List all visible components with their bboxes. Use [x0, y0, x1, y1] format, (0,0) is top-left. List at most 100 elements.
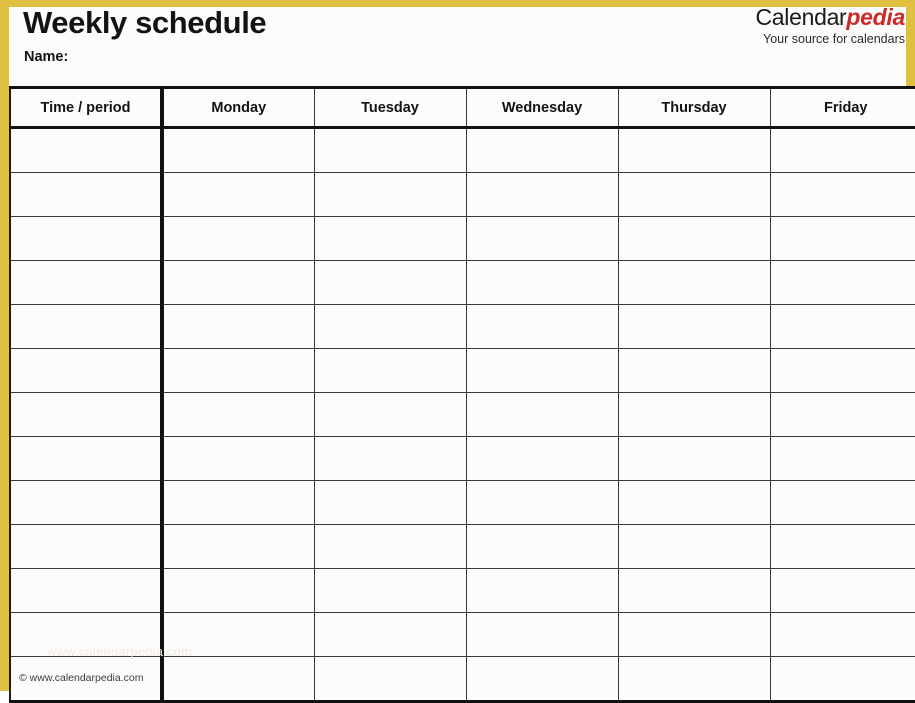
table-row [9, 392, 915, 437]
schedule-header-row: Time / period Monday Tuesday Wednesday T… [9, 86, 915, 129]
time-period-cell[interactable] [9, 304, 164, 349]
time-period-cell[interactable] [9, 127, 164, 173]
schedule-cell[interactable] [769, 392, 915, 437]
time-period-cell[interactable] [9, 392, 164, 437]
table-row [9, 127, 915, 173]
schedule-cell[interactable] [465, 392, 619, 437]
schedule-cell[interactable] [313, 392, 467, 437]
calendar-page: Weekly schedule Name: Calendarpedia Your… [0, 0, 915, 703]
table-row [9, 172, 915, 217]
schedule-cell[interactable] [465, 304, 619, 349]
column-header-wednesday: Wednesday [465, 86, 619, 129]
schedule-cell[interactable] [769, 524, 915, 569]
schedule-cell[interactable] [313, 348, 467, 393]
time-period-cell[interactable] [9, 260, 164, 305]
schedule-cell[interactable] [617, 216, 771, 261]
schedule-cell[interactable] [161, 127, 315, 173]
schedule-cell[interactable] [617, 612, 771, 657]
schedule-cell[interactable] [465, 656, 619, 703]
schedule-cell[interactable] [617, 348, 771, 393]
schedule-cell[interactable] [617, 524, 771, 569]
schedule-cell[interactable] [161, 172, 315, 217]
schedule-cell[interactable] [313, 568, 467, 613]
schedule-cell[interactable] [313, 304, 467, 349]
schedule-cell[interactable] [617, 568, 771, 613]
schedule-cell[interactable] [161, 612, 315, 657]
schedule-cell[interactable] [161, 348, 315, 393]
schedule-cell[interactable] [465, 524, 619, 569]
table-row [9, 524, 915, 569]
footer-copyright: © www.calendarpedia.com [19, 672, 144, 684]
schedule-cell[interactable] [769, 348, 915, 393]
schedule-cell[interactable] [617, 392, 771, 437]
schedule-cell[interactable] [161, 392, 315, 437]
time-period-cell[interactable] [9, 172, 164, 217]
schedule-cell[interactable] [465, 436, 619, 481]
table-row [9, 480, 915, 525]
schedule-cell[interactable] [465, 568, 619, 613]
schedule-cell[interactable] [465, 127, 619, 173]
schedule-cell[interactable] [769, 304, 915, 349]
time-period-cell[interactable] [9, 568, 164, 613]
schedule-cell[interactable] [617, 127, 771, 173]
time-period-cell[interactable] [9, 216, 164, 261]
schedule-cell[interactable] [769, 612, 915, 657]
column-header-friday: Friday [769, 86, 915, 129]
schedule-cell[interactable] [161, 436, 315, 481]
schedule-cell[interactable] [769, 568, 915, 613]
schedule-cell[interactable] [617, 436, 771, 481]
schedule-cell[interactable] [313, 436, 467, 481]
schedule-cell[interactable] [465, 480, 619, 525]
schedule-cell[interactable] [769, 172, 915, 217]
table-row [9, 612, 915, 657]
schedule-cell[interactable] [769, 436, 915, 481]
time-period-cell[interactable] [9, 524, 164, 569]
table-row [9, 656, 915, 703]
weekly-schedule-table: Time / period Monday Tuesday Wednesday T… [9, 86, 915, 703]
schedule-cell[interactable] [161, 480, 315, 525]
table-row [9, 568, 915, 613]
schedule-cell[interactable] [313, 127, 467, 173]
schedule-cell[interactable] [313, 216, 467, 261]
schedule-cell[interactable] [313, 524, 467, 569]
schedule-cell[interactable] [769, 127, 915, 173]
page-title: Weekly schedule [23, 5, 267, 40]
schedule-cell[interactable] [161, 656, 315, 703]
schedule-cell[interactable] [769, 216, 915, 261]
schedule-cell[interactable] [465, 216, 619, 261]
schedule-cell[interactable] [617, 260, 771, 305]
page-header: Weekly schedule Name: Calendarpedia Your… [9, 4, 906, 86]
schedule-cell[interactable] [313, 480, 467, 525]
schedule-cell[interactable] [617, 304, 771, 349]
schedule-cell[interactable] [769, 480, 915, 525]
brand-word-calendar: Calendar [755, 4, 847, 30]
schedule-cell[interactable] [313, 656, 467, 703]
schedule-cell[interactable] [313, 172, 467, 217]
schedule-cell[interactable] [313, 260, 467, 305]
schedule-cell[interactable] [769, 656, 915, 703]
schedule-cell[interactable] [161, 524, 315, 569]
schedule-cell[interactable] [465, 348, 619, 393]
time-period-cell[interactable] [9, 480, 164, 525]
schedule-cell[interactable] [617, 480, 771, 525]
time-period-cell[interactable] [9, 436, 164, 481]
time-period-cell[interactable] [9, 612, 164, 657]
schedule-cell[interactable] [769, 260, 915, 305]
schedule-cell[interactable] [161, 260, 315, 305]
schedule-cell[interactable] [617, 656, 771, 703]
schedule-cell[interactable] [161, 568, 315, 613]
schedule-cell[interactable] [465, 172, 619, 217]
table-row [9, 304, 915, 349]
schedule-cell[interactable] [161, 216, 315, 261]
name-field-label: Name: [24, 49, 69, 65]
schedule-header-row-group: Time / period Monday Tuesday Wednesday T… [9, 86, 915, 129]
schedule-cell[interactable] [161, 304, 315, 349]
schedule-cell[interactable] [465, 260, 619, 305]
column-header-monday: Monday [161, 86, 315, 129]
time-period-cell[interactable] [9, 348, 164, 393]
schedule-cell[interactable] [313, 612, 467, 657]
schedule-cell[interactable] [465, 612, 619, 657]
brand-tagline: Your source for calendars [763, 32, 905, 46]
column-header-tuesday: Tuesday [313, 86, 467, 129]
schedule-cell[interactable] [617, 172, 771, 217]
